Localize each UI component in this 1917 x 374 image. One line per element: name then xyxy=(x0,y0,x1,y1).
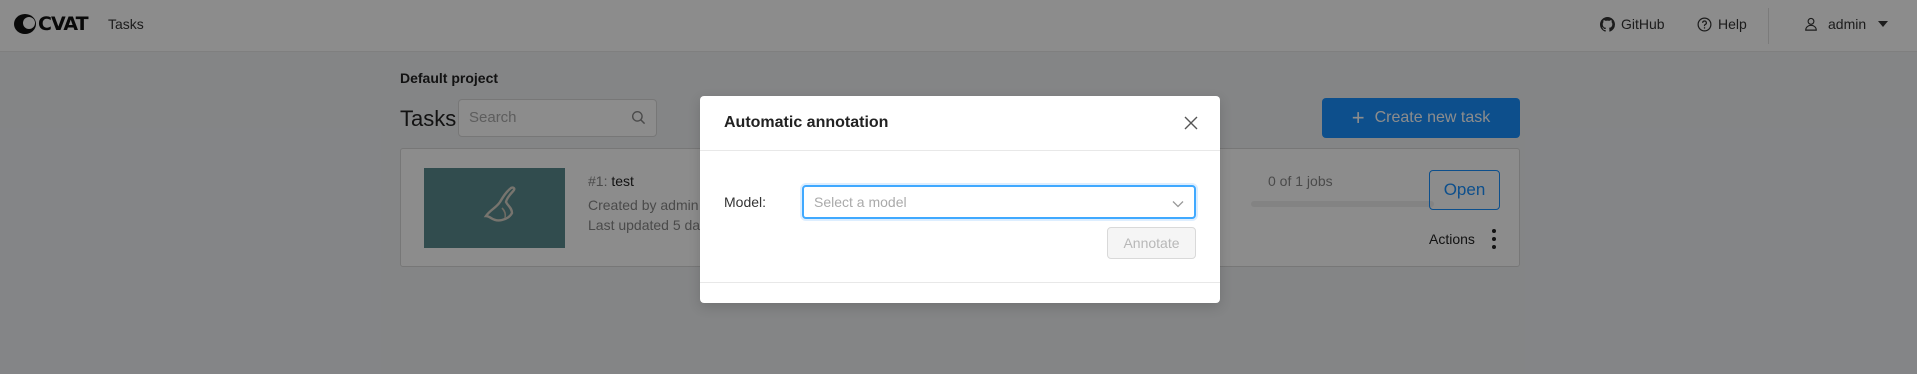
modal-title: Automatic annotation xyxy=(724,114,889,131)
chevron-down-icon xyxy=(1172,196,1184,214)
modal-header: Automatic annotation xyxy=(700,96,1220,151)
model-label: Model: xyxy=(724,194,767,210)
annotate-button[interactable]: Annotate xyxy=(1107,227,1196,259)
modal-footer-divider xyxy=(700,282,1220,283)
automatic-annotation-dialog: Automatic annotation Model: Select a mod… xyxy=(700,96,1220,303)
model-select-placeholder: Select a model xyxy=(814,194,907,210)
close-icon[interactable] xyxy=(1183,115,1199,131)
model-select[interactable]: Select a model xyxy=(802,185,1196,219)
